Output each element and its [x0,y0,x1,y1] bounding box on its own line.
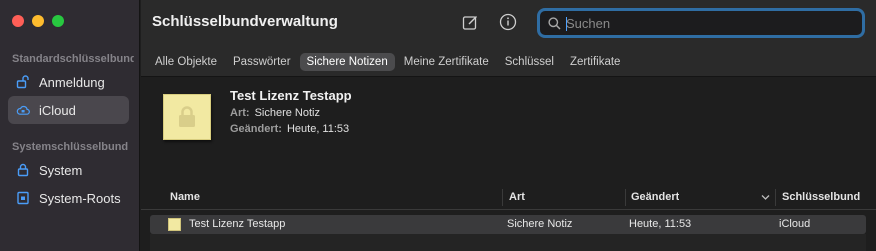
column-header-keychain[interactable]: Schlüsselbund [782,191,861,203]
detail-kind-value: Sichere Notiz [254,107,320,119]
window-title: Schlüsselbundverwaltung [152,13,338,30]
keychain-window: Standardschlüsselbund Anmeldung iCloud S… [0,0,876,251]
category-tabs: Alle Objekte Passwörter Sichere Notizen … [141,47,876,77]
column-divider[interactable] [502,189,503,206]
column-divider[interactable] [625,189,626,206]
compose-icon [462,15,477,30]
sort-chevron-down-icon[interactable] [761,194,770,201]
sidebar-item-icloud[interactable]: iCloud [8,96,129,124]
detail-kind-row: Art: Sichere Notiz [230,107,320,119]
sidebar-item-anmeldung[interactable]: Anmeldung [8,68,129,96]
tab-alle-objekte[interactable]: Alle Objekte [148,53,224,71]
sidebar-item-label: Anmeldung [39,74,105,90]
cell-modified: Heute, 11:53 [629,218,692,230]
detail-modified-label: Geändert: [230,123,282,135]
toolbar: Schlüsselbundverwaltung [141,0,876,47]
tab-passwoerter[interactable]: Passwörter [226,53,298,71]
cabinet-lock-icon [16,191,30,205]
sidebar-item-label: System-Roots [39,190,121,206]
sidebar-item-label: iCloud [39,102,76,118]
tab-meine-zertifikate[interactable]: Meine Zertifikate [397,53,496,71]
search-icon [548,16,561,30]
secure-note-icon [168,218,181,231]
new-note-button[interactable] [460,12,480,32]
sidebar-section-default: Standardschlüsselbund [12,53,134,65]
close-window-button[interactable] [12,15,24,27]
cell-keychain: iCloud [779,218,811,230]
sidebar: Standardschlüsselbund Anmeldung iCloud S… [0,0,140,251]
column-header-name[interactable]: Name [170,191,200,203]
table-empty-row [150,234,866,251]
cloud-lock-icon [16,103,30,117]
sidebar-section-system: Systemschlüsselbund [12,141,129,153]
sidebar-item-system-roots[interactable]: System-Roots [8,184,129,212]
text-cursor [566,17,567,31]
column-header-kind[interactable]: Art [509,191,525,203]
cell-kind: Sichere Notiz [507,218,573,230]
cell-name: Test Lizenz Testapp [189,218,286,230]
column-header-modified[interactable]: Geändert [631,191,679,203]
window-controls [12,15,64,27]
column-divider[interactable] [775,189,776,206]
detail-modified-value: Heute, 11:53 [286,123,350,135]
detail-kind-label: Art: [230,107,250,119]
minimize-window-button[interactable] [32,15,44,27]
search-input[interactable] [566,15,846,31]
tab-sichere-notizen[interactable]: Sichere Notizen [299,52,395,71]
detail-modified-row: Geändert: Heute, 11:53 [230,123,349,135]
detail-title: Test Lizenz Testapp [230,88,352,103]
table-row[interactable]: Test Lizenz Testapp Sichere Notiz Heute,… [150,215,866,234]
zoom-window-button[interactable] [52,15,64,27]
sidebar-item-label: System [39,162,83,178]
tab-schluessel[interactable]: Schlüssel [498,53,561,71]
unlocked-lock-icon [16,75,30,89]
tab-zertifikate[interactable]: Zertifikate [563,53,628,71]
sidebar-item-system[interactable]: System [8,156,129,184]
lock-icon [16,163,30,177]
search-field[interactable] [537,8,865,38]
info-button[interactable] [498,12,518,32]
info-icon [499,13,517,31]
item-detail-panel: Test Lizenz Testapp Art: Sichere Notiz Ge… [141,78,876,184]
table-header: Name Art Geändert Schlüsselbund [141,185,876,210]
secure-note-icon [163,94,211,140]
